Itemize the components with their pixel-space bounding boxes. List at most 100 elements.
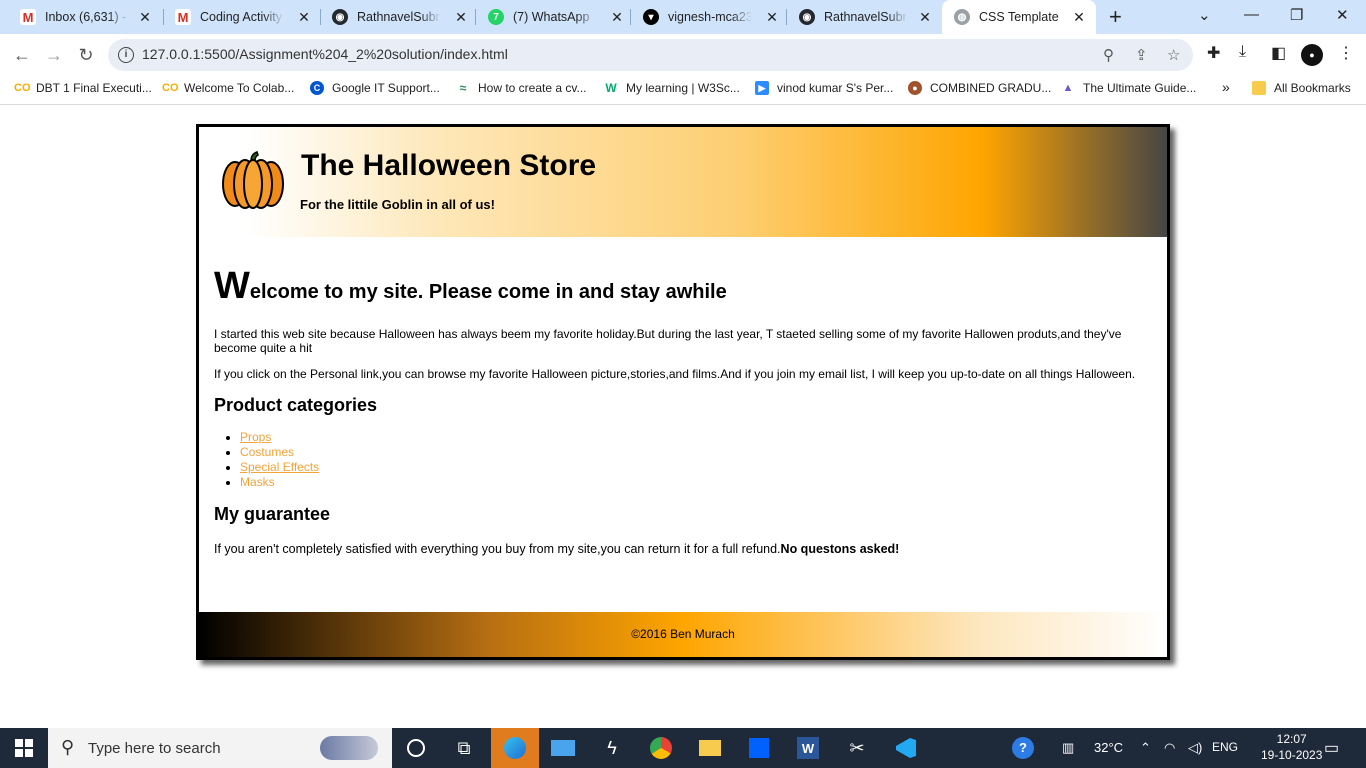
menu-kebab-icon[interactable]: ⋮ (1338, 43, 1354, 63)
tab-github-1[interactable]: ◉ RathnavelSubran ✕ (312, 0, 478, 34)
drop-cap: W (214, 265, 250, 307)
bookmark-item[interactable]: ≈ How to create a cv... (456, 81, 587, 95)
taskbar-search-box[interactable]: ⚲ Type here to search (48, 728, 392, 768)
clock-time: 12:07 (1276, 732, 1307, 746)
site-info-icon[interactable]: i (118, 47, 134, 63)
extensions-icon[interactable]: ✚ (1207, 43, 1220, 63)
help-icon[interactable]: ? (1012, 737, 1034, 759)
snipping-tool-icon[interactable]: ✂ (843, 734, 871, 762)
file-explorer-icon[interactable] (696, 734, 724, 762)
app-lightning-icon[interactable]: ϟ (598, 734, 626, 762)
tab-github-2[interactable]: ◉ RathnavelSubran ✕ (779, 0, 942, 34)
close-icon[interactable]: ✕ (765, 10, 779, 24)
vscode-icon[interactable] (892, 734, 920, 762)
tab-vercel[interactable]: ▾ vignesh-mca23.c ✕ (623, 0, 789, 34)
notification-icon[interactable]: ▭ (1324, 738, 1339, 758)
url-text[interactable]: 127.0.0.1:5500/Assignment%204_2%20soluti… (142, 46, 508, 62)
whatsapp-icon: 7 (488, 9, 504, 25)
tray-chevron-icon[interactable]: ⌃ (1140, 740, 1151, 756)
github-icon: ◉ (799, 9, 815, 25)
new-tab-button[interactable]: + (1109, 6, 1122, 28)
close-icon[interactable]: ✕ (1072, 10, 1086, 24)
close-icon[interactable]: ✕ (297, 10, 311, 24)
tab-coding-activity[interactable]: M Coding Activity - ✕ (155, 0, 321, 34)
close-icon[interactable]: ✕ (454, 10, 468, 24)
bookmark-item[interactable]: ▲ The Ultimate Guide... (1061, 81, 1197, 95)
task-view-icon[interactable]: ⧉ (450, 734, 478, 762)
clock-date: 19-10-2023 (1261, 748, 1323, 762)
minimize-button[interactable]: — (1244, 6, 1259, 23)
category-link-props[interactable]: Props (240, 430, 271, 444)
page-viewport: The Halloween Store For the littile Gobl… (0, 105, 1366, 728)
cortana-icon[interactable] (402, 734, 430, 762)
gmail-icon: M (175, 9, 191, 25)
profile-avatar[interactable]: ● (1301, 44, 1323, 66)
window-close-button[interactable]: ✕ (1336, 6, 1349, 24)
side-panel-icon[interactable]: ◧ (1271, 43, 1286, 63)
restore-button[interactable]: ❐ (1290, 6, 1303, 24)
all-bookmarks[interactable]: All Bookmarks (1252, 81, 1351, 95)
reload-button[interactable]: ↻ (74, 43, 98, 67)
search-highlight-image (320, 736, 378, 760)
category-link-special-effects[interactable]: Special Effects (240, 460, 319, 474)
close-icon[interactable]: ✕ (138, 10, 152, 24)
zoom-icon[interactable]: ⚲ (1103, 46, 1114, 64)
address-bar[interactable]: i 127.0.0.1:5500/Assignment%204_2%20solu… (108, 39, 1193, 71)
bookmark-item[interactable]: CO DBT 1 Final Executi... (14, 81, 152, 95)
w3schools-icon: W (605, 81, 617, 95)
windows-start-icon[interactable] (15, 739, 33, 757)
guarantee-paragraph: If you aren't completely satisfied with … (214, 542, 1149, 556)
edge-taskbar-icon[interactable] (491, 728, 539, 768)
category-link-masks[interactable]: Masks (240, 475, 275, 489)
forward-button[interactable]: → (42, 43, 66, 67)
category-link-costumes[interactable]: Costumes (240, 445, 294, 459)
tab-title: RathnavelSubran (357, 10, 441, 24)
triangle-icon: ▲ (1062, 82, 1074, 94)
folder-icon (1252, 81, 1266, 95)
bookmark-item[interactable]: C Google IT Support... (310, 81, 440, 95)
windows-taskbar: ⚲ Type here to search ⧉ ϟ W ✂ ? ▥ 32°C ⌃… (0, 728, 1366, 768)
share-icon[interactable]: ⇪ (1135, 46, 1148, 64)
tab-search-chevron-icon[interactable]: ⌄ (1198, 6, 1211, 24)
tab-gmail-inbox[interactable]: M Inbox (6,631) - su ✕ (0, 0, 162, 34)
network-icon[interactable]: ◠ (1164, 740, 1175, 756)
bookmark-item[interactable]: CO Welcome To Colab... (162, 81, 294, 95)
list-item: Masks (240, 475, 1149, 490)
download-icon[interactable]: ⤓ (1239, 43, 1246, 61)
bookmark-item[interactable]: ● COMBINED GRADU... (908, 81, 1051, 95)
close-icon[interactable]: ✕ (610, 10, 624, 24)
categories-heading: Product categories (214, 395, 378, 415)
search-icon: ⚲ (61, 737, 75, 757)
gmail-icon: M (20, 9, 36, 25)
bookmarks-overflow-button[interactable]: » (1222, 79, 1230, 95)
guarantee-emphasis: No questons asked! (780, 542, 900, 556)
list-item: Costumes (240, 445, 1149, 460)
temperature[interactable]: 32°C (1094, 740, 1123, 755)
back-button[interactable]: ← (10, 43, 34, 67)
word-icon[interactable]: W (794, 734, 822, 762)
mail-icon[interactable] (549, 734, 577, 762)
dropbox-icon[interactable] (745, 734, 773, 762)
tab-title: (7) WhatsApp (513, 10, 590, 24)
close-icon[interactable]: ✕ (918, 10, 932, 24)
category-list: Props Costumes Special Effects Masks (214, 430, 1149, 490)
volume-icon[interactable]: ◁) (1188, 740, 1202, 756)
welcome-heading: Welcome to my site. Please come in and s… (214, 265, 1149, 308)
chrome-icon[interactable] (647, 734, 675, 762)
browser-toolbar: ← → ↻ i 127.0.0.1:5500/Assignment%204_2%… (0, 34, 1366, 76)
personal-paragraph: If you click on the Personal link,you ca… (214, 367, 1136, 381)
tab-css-template[interactable]: ◍ CSS Template ✕ (942, 0, 1096, 34)
weather-icon[interactable]: ▥ (1062, 740, 1074, 756)
guarantee-text: If you aren't completely satisfied with … (214, 542, 781, 556)
colab-icon: CO (162, 82, 179, 94)
copyright-text: ©2016 Ben Murach (631, 627, 735, 641)
tab-title: Coding Activity - (200, 10, 284, 24)
bookmark-item[interactable]: W My learning | W3Sc... (604, 81, 740, 95)
language-indicator[interactable]: ENG (1212, 740, 1238, 754)
system-clock[interactable]: 12:07 19-10-2023 (1261, 731, 1322, 763)
main-content: Welcome to my site. Please come in and s… (214, 265, 1149, 556)
search-placeholder: Type here to search (88, 740, 221, 757)
bookmark-item[interactable]: ▶ vinod kumar S's Per... (755, 81, 893, 95)
bookmark-star-icon[interactable]: ☆ (1167, 46, 1180, 64)
tab-whatsapp[interactable]: 7 (7) WhatsApp ✕ (468, 0, 634, 34)
